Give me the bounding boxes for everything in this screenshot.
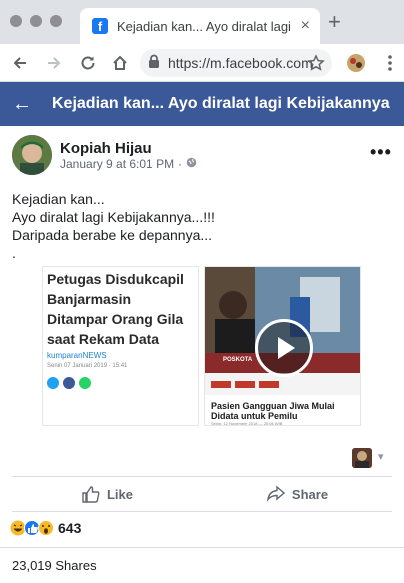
browser-toolbar: https://m.facebook.com [0,44,404,82]
facebook-header: ← Kejadian kan... Ayo diralat lagi Kebij… [0,82,404,126]
thumbs-up-icon [82,486,100,503]
minimize-window-light[interactable] [30,15,42,27]
post-meta: January 9 at 6:01 PM · [60,157,197,171]
url-text: https://m.facebook.com [168,55,313,71]
toolbar-chip [259,381,279,388]
whatsapp-icon [79,377,91,389]
lock-icon[interactable] [148,54,160,73]
divider [0,547,404,548]
facebook-share-icon [63,377,75,389]
post-line: Kejadian kan... [12,191,105,207]
author-avatar[interactable] [12,135,52,175]
share-as-chevron-icon[interactable]: ▾ [378,450,384,463]
maximize-window-light[interactable] [50,15,62,27]
author-name[interactable]: Kopiah Hijau [60,140,152,157]
share-as-avatar[interactable] [352,448,372,468]
like-label: Like [106,486,133,502]
globe-icon [186,157,197,171]
attached-image-article[interactable]: Petugas Disdukcapil Banjarmasin Ditampar… [42,266,199,426]
shares-count[interactable]: 23,019 Shares [12,558,97,573]
reaction-icons [10,520,54,536]
article-source: kumparanNEWS [47,351,107,360]
share-label: Share [291,486,329,502]
new-tab-button[interactable]: + [328,11,341,33]
meta-separator: · [178,157,183,171]
like-icon [24,520,40,536]
article-headline: Petugas Disdukcapil Banjarmasin Ditampar… [47,271,184,347]
page-title: Kejadian kan... Ayo diralat lagi Kebijak… [52,95,390,112]
play-button[interactable] [255,319,313,377]
play-icon [278,337,295,359]
share-button[interactable]: Share [202,477,392,511]
post-line: Daripada berabe ke depannya... [12,227,213,243]
browser-tab[interactable]: f Kejadian kan... Ayo diralat lagi Kebij… [80,8,320,44]
close-window-light[interactable] [10,15,22,27]
wow-icon [38,520,54,536]
forward-icon[interactable] [42,51,66,75]
chrome-menu-icon[interactable] [378,51,402,75]
post-line: Ayo diralat lagi Kebijakannya...!!! [12,209,215,225]
poskota-brand: POSKOTA [223,357,253,363]
facebook-favicon-icon: f [92,18,108,34]
extension-icon[interactable] [344,51,368,75]
post-options-icon[interactable]: ••• [370,142,392,163]
back-arrow-icon[interactable]: ← [12,93,32,116]
browser-titlebar: f Kejadian kan... Ayo diralat lagi Kebij… [0,0,404,44]
post-line: . [12,245,16,261]
toolbar-chip [235,381,255,388]
haha-icon [10,520,26,536]
video-headline: Pasien Gangguan Jiwa Mulai Didata untuk … [211,401,335,421]
bookmark-star-icon[interactable] [304,51,328,75]
post-date[interactable]: January 9 at 6:01 PM [60,157,174,171]
video-date: Senin, 12 November 2018 — 20:06 WIB [211,421,283,426]
share-arrow-icon [266,485,285,503]
post-text: Kejadian kan... Ayo diralat lagi Kebijak… [12,190,392,262]
tab-close-icon[interactable]: × [301,17,310,35]
like-button[interactable]: Like [12,477,202,511]
tab-title: Kejadian kan... Ayo diralat lagi Kebijak… [117,18,295,34]
attached-video[interactable]: POSKOTA Pasien Gangguan Jiwa Mulai Didat… [204,266,361,426]
reaction-count: 643 [58,520,82,536]
reload-icon[interactable] [76,51,100,75]
reactions-summary[interactable]: 643 [10,520,81,536]
home-icon[interactable] [108,51,132,75]
twitter-icon [47,377,59,389]
toolbar-chip [211,381,231,388]
article-date: Senin 07 Januari 2019 · 15:41 [47,363,128,369]
back-icon[interactable] [8,51,32,75]
post-actions: Like Share [12,476,392,512]
